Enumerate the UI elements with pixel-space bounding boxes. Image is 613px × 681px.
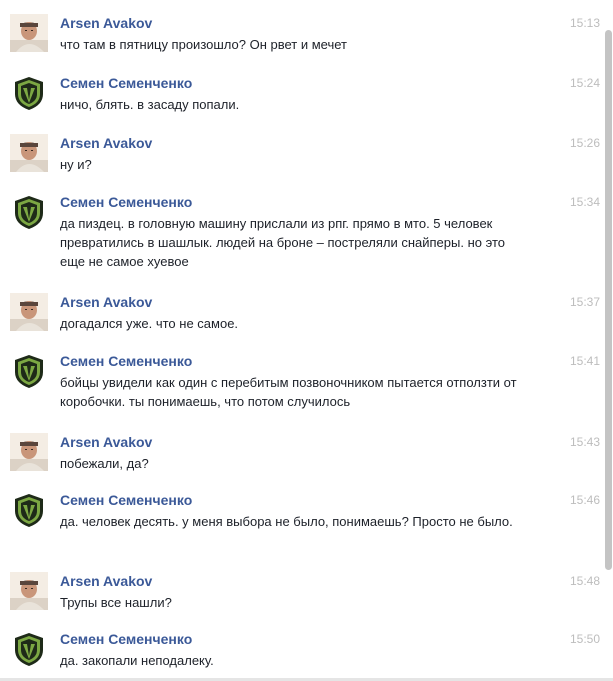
message-author[interactable]: Arsen Avakov: [60, 134, 152, 152]
message-timestamp: 15:26: [569, 136, 600, 150]
message-timestamp: 15:48: [569, 574, 600, 588]
message-timestamp: 15:24: [569, 76, 600, 90]
message-author[interactable]: Arsen Avakov: [60, 293, 152, 311]
message-text: да. закопали неподалеку.: [60, 653, 214, 668]
message-author[interactable]: Семен Семенченко: [60, 352, 192, 370]
message-text: Трупы все нашли?: [60, 595, 172, 610]
message-text: догадался уже. что не самое.: [60, 316, 239, 331]
message-text: что там в пятницу произошло? Он рвет и м…: [60, 37, 347, 52]
avatar-avakov-icon[interactable]: [10, 433, 48, 471]
message-text: побежали, да?: [60, 456, 149, 471]
message-timestamp: 15:50: [569, 632, 600, 646]
message-text: бойцы увидели как один с перебитым позво…: [60, 375, 517, 409]
avatar-shield-icon[interactable]: [10, 630, 48, 668]
chat-conversation: Arsen Avakov 15:13 что там в пятницу про…: [0, 0, 613, 681]
avatar-avakov-icon[interactable]: [10, 134, 48, 172]
message-author[interactable]: Arsen Avakov: [60, 572, 152, 590]
message-text: ничо, блять. в засаду попали.: [60, 97, 240, 112]
avatar-shield-icon[interactable]: [10, 193, 48, 231]
message-author[interactable]: Семен Семенченко: [60, 491, 192, 509]
message-author[interactable]: Семен Семенченко: [60, 193, 192, 211]
message-timestamp: 15:43: [569, 435, 600, 449]
message-timestamp: 15:46: [569, 493, 600, 507]
avatar-shield-icon[interactable]: [10, 491, 48, 529]
message-author[interactable]: Семен Семенченко: [60, 74, 192, 92]
message-author[interactable]: Arsen Avakov: [60, 14, 152, 32]
message-text: да. человек десять. у меня выбора не был…: [60, 514, 513, 529]
message-author[interactable]: Семен Семенченко: [60, 630, 192, 648]
avatar-avakov-icon[interactable]: [10, 293, 48, 331]
message-timestamp: 15:41: [569, 354, 600, 368]
message-author[interactable]: Arsen Avakov: [60, 433, 152, 451]
avatar-avakov-icon[interactable]: [10, 14, 48, 52]
avatar-avakov-icon[interactable]: [10, 572, 48, 610]
message-text: ну и?: [60, 157, 92, 172]
message-timestamp: 15:34: [569, 195, 600, 209]
avatar-shield-icon[interactable]: [10, 352, 48, 390]
message-timestamp: 15:37: [569, 295, 600, 309]
message-text: да пиздец. в головную машину прислали из…: [60, 216, 505, 269]
message-timestamp: 15:13: [569, 16, 600, 30]
chat-scrollbar[interactable]: [605, 30, 612, 570]
avatar-shield-icon[interactable]: [10, 74, 48, 112]
